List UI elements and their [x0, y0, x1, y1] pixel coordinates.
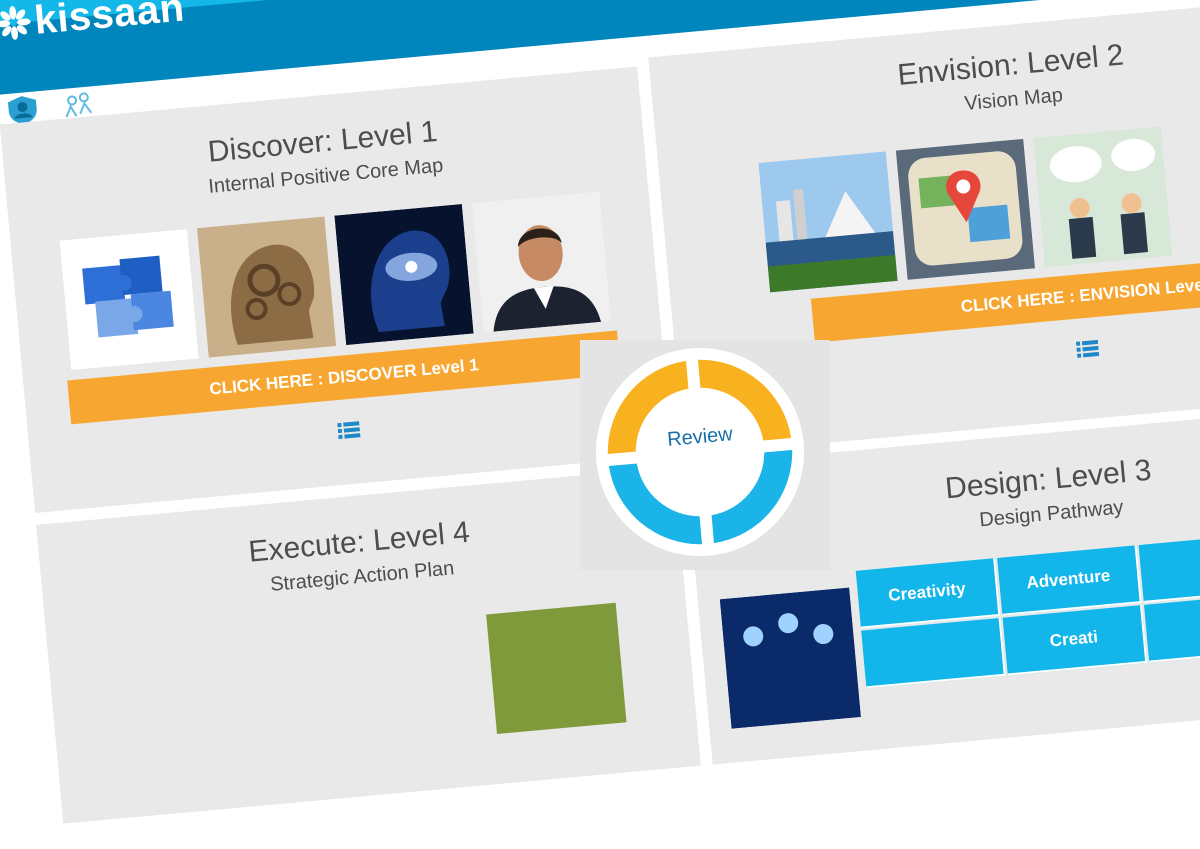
discover-panel: Discover: Level 1 Internal Positive Core… [0, 66, 673, 513]
grid-cell-empty[interactable] [1138, 532, 1200, 603]
grid-cell-creativity[interactable]: Creativity [855, 558, 1001, 629]
grid-cell-adventure[interactable]: Adventure [997, 545, 1142, 616]
city-skyline-image[interactable] [758, 151, 898, 293]
execute-image[interactable] [486, 602, 627, 735]
businessman-image[interactable] [471, 191, 612, 333]
grid-cell-empty[interactable] [861, 617, 1006, 689]
puzzle-image[interactable] [59, 229, 199, 371]
design-grid: Creativity Adventure Creati [855, 520, 1200, 770]
galaxy-head-image[interactable] [334, 204, 474, 346]
gears-head-image[interactable] [196, 216, 337, 358]
grid-cell-empty[interactable] [1143, 592, 1200, 663]
list-icon[interactable] [337, 420, 361, 440]
business-cartoon-image[interactable] [1033, 126, 1173, 268]
grid-cell-creati[interactable]: Creati [1002, 605, 1148, 676]
flower-logo-icon [0, 5, 31, 40]
lightbulbs-image[interactable] [719, 587, 861, 729]
list-icon[interactable] [1075, 339, 1100, 359]
brand-name: kissaan [32, 0, 187, 43]
map-pin-app-image[interactable] [895, 138, 1036, 280]
